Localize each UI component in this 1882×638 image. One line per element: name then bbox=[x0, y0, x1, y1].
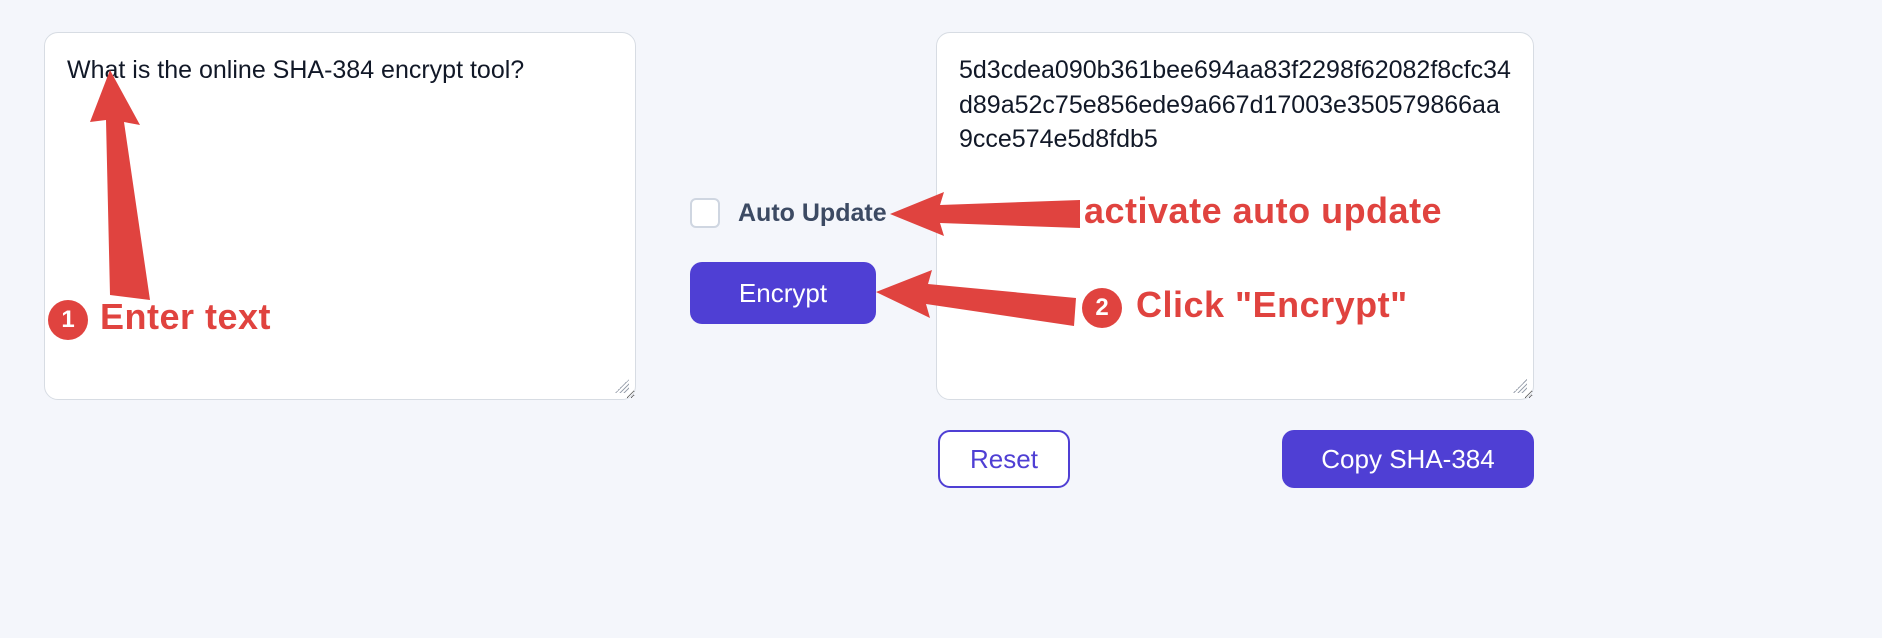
encrypt-button[interactable]: Encrypt bbox=[690, 262, 876, 324]
output-textarea[interactable]: 5d3cdea090b361bee694aa83f2298f62082f8cfc… bbox=[936, 32, 1534, 400]
auto-update-row: Auto Update bbox=[690, 198, 890, 228]
output-hash-value: 5d3cdea090b361bee694aa83f2298f62082f8cfc… bbox=[959, 56, 1511, 153]
auto-update-checkbox[interactable] bbox=[690, 198, 720, 228]
reset-button[interactable]: Reset bbox=[938, 430, 1070, 488]
input-textarea[interactable]: What is the online SHA-384 encrypt tool? bbox=[44, 32, 636, 400]
input-text-value: What is the online SHA-384 encrypt tool? bbox=[67, 56, 524, 84]
copy-sha384-button[interactable]: Copy SHA-384 bbox=[1282, 430, 1534, 488]
auto-update-label: Auto Update bbox=[738, 199, 887, 228]
controls-column: Auto Update Encrypt bbox=[690, 198, 890, 324]
